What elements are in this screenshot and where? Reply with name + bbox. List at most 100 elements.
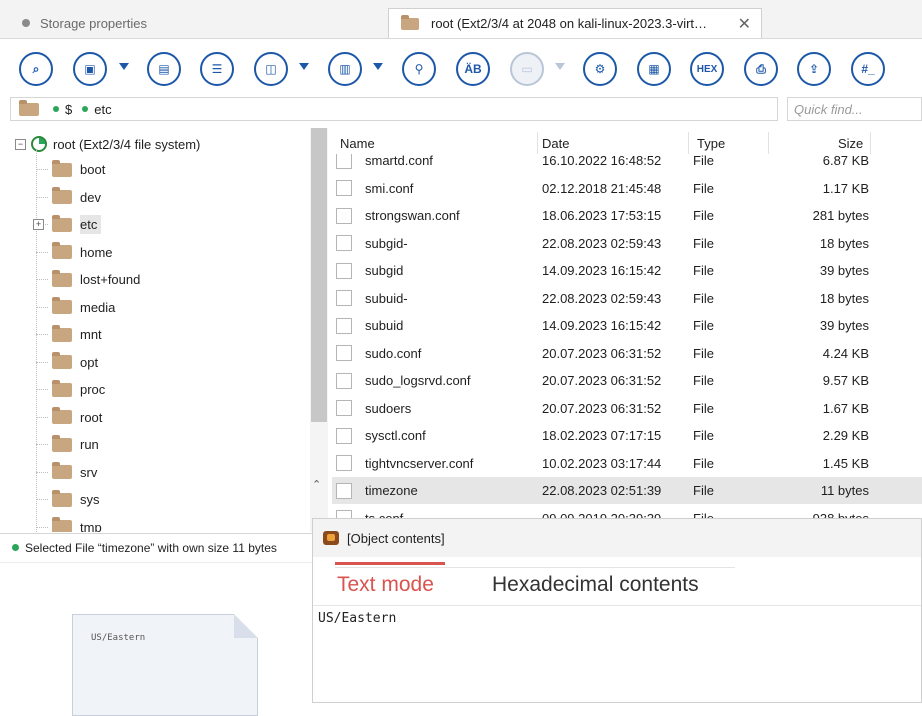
card-button[interactable]: ▭ bbox=[510, 52, 544, 86]
file-row[interactable]: tightvncserver.conf 10.02.2023 03:17:44 Fi… bbox=[332, 450, 922, 477]
file-name: subuid bbox=[365, 318, 404, 333]
scroll-up-icon[interactable]: ⌃ bbox=[312, 478, 321, 491]
column-type[interactable]: Type bbox=[697, 136, 725, 151]
tree-item-etc[interactable]: etc bbox=[36, 211, 102, 238]
tree-connector bbox=[36, 471, 48, 473]
hash-button[interactable]: #_ bbox=[851, 52, 885, 86]
hex-button[interactable]: HEX bbox=[690, 52, 724, 86]
expand-icon[interactable]: + bbox=[33, 219, 44, 230]
tab-label: root (Ext2/3/4 at 2048 on kali-linux-202… bbox=[431, 16, 708, 31]
export-button[interactable]: ⇪ bbox=[797, 52, 831, 86]
list-icon: ☰ bbox=[211, 62, 223, 76]
column-size[interactable]: Size bbox=[838, 136, 863, 151]
collapse-icon[interactable]: − bbox=[15, 139, 26, 150]
find-button[interactable]: ⚲ bbox=[402, 52, 436, 86]
tree-connector bbox=[36, 444, 48, 445]
object-window-title-bar[interactable]: [Object contents] bbox=[313, 519, 921, 557]
file-name: subgid- bbox=[365, 235, 408, 251]
path-folder[interactable]: etc bbox=[94, 102, 111, 117]
file-type: File bbox=[693, 483, 714, 498]
file-icon bbox=[336, 180, 352, 196]
file-row[interactable]: sudoers 20.07.2023 06:31:52 File 1.67 KB bbox=[332, 395, 922, 422]
tree-item-media[interactable]: media bbox=[36, 294, 115, 321]
card-dropdown-icon[interactable] bbox=[555, 63, 565, 70]
columns-dropdown-icon[interactable] bbox=[373, 63, 383, 70]
file-name: smartd.conf bbox=[365, 154, 433, 168]
file-row[interactable]: subuid- 22.08.2023 02:59:43 File 18 bytes bbox=[332, 285, 922, 312]
file-row[interactable]: subuid 14.09.2023 16:15:42 File 39 bytes bbox=[332, 312, 922, 339]
tree-item-mnt[interactable]: mnt bbox=[36, 321, 102, 348]
column-divider[interactable] bbox=[768, 132, 769, 154]
print-button[interactable]: ⎙ bbox=[744, 52, 778, 86]
columns-button[interactable]: ▥ bbox=[328, 52, 362, 86]
folder-tree: − root (Ext2/3/4 file system) boot dev etc… bbox=[0, 128, 310, 532]
app-icon bbox=[323, 531, 339, 545]
file-row[interactable]: sudo.conf 20.07.2023 06:31:52 File 4.24 KB bbox=[332, 340, 922, 367]
file-icon bbox=[336, 235, 352, 251]
tab-divider bbox=[335, 567, 735, 568]
column-divider[interactable] bbox=[870, 132, 871, 154]
tree-item-label: dev bbox=[80, 189, 101, 205]
tree-item-srv[interactable]: srv bbox=[36, 459, 97, 486]
file-row[interactable]: strongswan.conf 18.06.2023 17:53:15 File 28… bbox=[332, 202, 922, 229]
tab-hexadecimal-contents[interactable]: Hexadecimal contents bbox=[492, 573, 699, 597]
status-bar: Selected File “timezone” with own size 1… bbox=[0, 533, 312, 561]
tab-root-filesystem[interactable]: root (Ext2/3/4 at 2048 on kali-linux-202… bbox=[388, 8, 762, 38]
quick-find-input[interactable]: Quick find... bbox=[787, 97, 922, 121]
file-row[interactable]: timezone 22.08.2023 02:51:39 File 11 bytes bbox=[332, 477, 922, 504]
tree-item-label: lost+found bbox=[80, 272, 141, 287]
save-options-button[interactable]: ▤ bbox=[147, 52, 181, 86]
save-dropdown-icon[interactable] bbox=[119, 63, 129, 70]
tab-dot-icon bbox=[22, 19, 30, 27]
tree-item-dev[interactable]: dev bbox=[36, 184, 101, 211]
tree-item-home[interactable]: home bbox=[36, 239, 113, 266]
tree-root[interactable]: root (Ext2/3/4 file system) bbox=[31, 131, 200, 157]
path-bar[interactable]: $ etc bbox=[10, 97, 778, 121]
column-name[interactable]: Name bbox=[340, 136, 375, 151]
gear-doc-button[interactable]: ⚙ bbox=[583, 52, 617, 86]
file-name: strongswan.conf bbox=[365, 208, 460, 223]
search-button[interactable]: ⌕ bbox=[19, 52, 53, 86]
file-row[interactable]: subgid 14.09.2023 16:15:42 File 39 bytes bbox=[332, 257, 922, 284]
path-dot-icon bbox=[53, 106, 59, 112]
folder-icon bbox=[52, 352, 72, 369]
column-divider[interactable] bbox=[688, 132, 689, 154]
disk-icon bbox=[31, 136, 47, 152]
layout-dropdown-icon[interactable] bbox=[299, 63, 309, 70]
file-type: File bbox=[693, 455, 714, 471]
tree-item-proc[interactable]: proc bbox=[36, 376, 105, 403]
file-list-header: Name Date Type Size bbox=[332, 130, 922, 154]
tree-item-opt[interactable]: opt bbox=[36, 349, 98, 376]
list-button[interactable]: ☰ bbox=[200, 52, 234, 86]
column-date[interactable]: Date bbox=[542, 136, 569, 151]
save-button[interactable]: ▣ bbox=[73, 52, 107, 86]
path-dot-icon bbox=[82, 106, 89, 112]
tree-item-root[interactable]: root bbox=[36, 404, 102, 431]
layout-button[interactable]: ◫ bbox=[254, 52, 288, 86]
doc-button[interactable]: ▦ bbox=[637, 52, 671, 86]
file-row[interactable]: smi.conf 02.12.2018 21:45:48 File 1.17 KB bbox=[332, 175, 922, 202]
folder-icon bbox=[52, 379, 72, 397]
tab-storage-properties[interactable]: Storage properties bbox=[8, 8, 388, 38]
export-icon: ⇪ bbox=[808, 62, 820, 76]
tree-item-lost-found[interactable]: lost+found bbox=[36, 266, 140, 293]
font-button[interactable]: ÄB bbox=[456, 52, 490, 86]
column-divider[interactable] bbox=[537, 132, 538, 154]
tree-item-tmp[interactable]: tmp bbox=[36, 514, 102, 532]
tree-item-sys[interactable]: sys bbox=[36, 486, 100, 513]
tree-item-run[interactable]: run bbox=[36, 431, 99, 458]
tree-scrollbar[interactable] bbox=[310, 128, 328, 532]
file-row[interactable]: subgid- 22.08.2023 02:59:43 File 18 bytes bbox=[332, 230, 922, 257]
tree-item-boot[interactable]: boot bbox=[36, 156, 105, 183]
path-separator: $ bbox=[65, 101, 73, 117]
folder-icon bbox=[52, 462, 72, 479]
file-row[interactable]: sysctl.conf 18.02.2023 07:17:15 File 2.29 K… bbox=[332, 422, 922, 449]
save-options-icon: ▤ bbox=[158, 62, 170, 76]
tab-text-mode[interactable]: Text mode bbox=[335, 562, 445, 597]
object-contents-window: [Object contents] Text mode Hexadecimal … bbox=[312, 518, 922, 703]
file-date: 18.02.2023 07:17:15 bbox=[542, 428, 662, 443]
close-icon[interactable]: ✕ bbox=[738, 14, 751, 34]
file-row[interactable]: sudo_logsrvd.conf 20.07.2023 06:31:52 File… bbox=[332, 367, 922, 394]
scrollbar-thumb[interactable] bbox=[311, 128, 327, 422]
file-row[interactable]: smartd.conf 16.10.2022 16:48:52 File 6.87 K… bbox=[332, 154, 922, 174]
